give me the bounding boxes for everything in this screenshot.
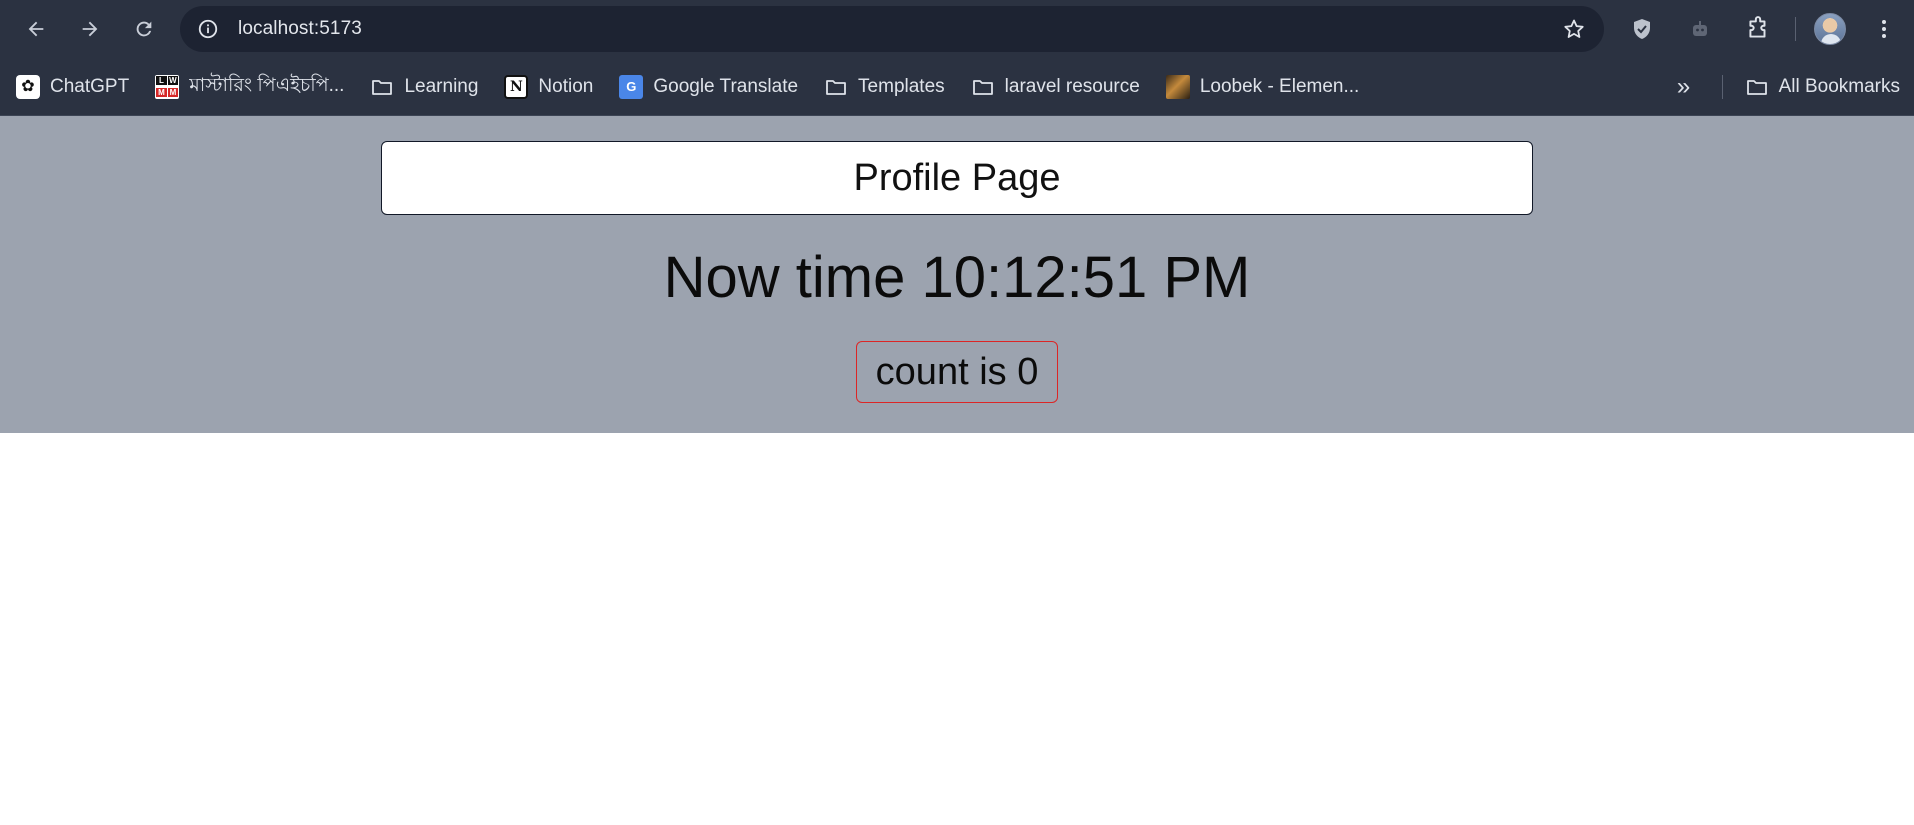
back-button[interactable] [14, 7, 58, 51]
page-title: Profile Page [853, 156, 1061, 199]
site-info-icon[interactable] [192, 13, 224, 45]
folder-icon [1745, 75, 1769, 99]
bookmarks-bar: ✿ ChatGPT L W M M মাস্টারিং পিএইচপি... L… [0, 58, 1914, 116]
forward-button[interactable] [68, 7, 112, 51]
bookmark-folder-laravel-resource[interactable]: laravel resource [971, 75, 1140, 99]
page-title-box: Profile Page [381, 141, 1533, 215]
app-container: Profile Page Now time 10:12:51 PM count … [0, 116, 1914, 433]
toolbar-separator [1795, 17, 1797, 41]
reload-icon [136, 21, 152, 37]
lwm-icon: L W M M [155, 74, 180, 99]
bookmarks-separator [1721, 74, 1723, 99]
folder-icon [824, 75, 848, 99]
bookmark-chatgpt[interactable]: ✿ ChatGPT [16, 74, 130, 99]
bookmark-label: ChatGPT [50, 75, 130, 97]
browser-chrome: localhost:5173 ✿ ChatGPT L W M M মাস্টার… [0, 0, 1914, 116]
all-bookmarks-button[interactable]: All Bookmarks [1745, 75, 1900, 99]
arrow-right-icon [82, 21, 98, 37]
address-url: localhost:5173 [238, 18, 362, 39]
all-bookmarks-label: All Bookmarks [1778, 75, 1900, 97]
extensions-puzzle-icon[interactable] [1738, 9, 1778, 49]
robot-extension-icon[interactable] [1680, 9, 1720, 49]
profile-avatar[interactable] [1814, 13, 1847, 45]
bookmark-star-icon[interactable] [1558, 13, 1590, 45]
bookmark-label: laravel resource [1004, 75, 1140, 97]
notion-icon: N [504, 74, 529, 99]
toolbar-extensions [1622, 9, 1904, 49]
bookmark-label: Google Translate [653, 75, 799, 97]
reload-button[interactable] [122, 7, 166, 51]
google-translate-icon: G [619, 74, 644, 99]
bookmark-label: Loobek - Elemen... [1199, 75, 1360, 97]
chatgpt-icon: ✿ [16, 74, 40, 99]
bookmark-folder-learning[interactable]: Learning [370, 75, 478, 99]
more-menu-icon[interactable] [1864, 9, 1904, 49]
folder-icon [971, 75, 995, 99]
bookmark-label: Notion [538, 75, 594, 97]
bookmark-google-translate[interactable]: G Google Translate [619, 74, 799, 99]
bookmark-label: Learning [404, 75, 479, 97]
chevron-double-right-icon[interactable]: » [1666, 69, 1702, 105]
bookmark-mastering-php[interactable]: L W M M মাস্টারিং পিএইচপি... [155, 71, 344, 103]
bookmark-notion[interactable]: N Notion [504, 74, 594, 99]
loobek-icon [1165, 74, 1190, 99]
shield-icon[interactable] [1622, 9, 1662, 49]
bookmark-folder-templates[interactable]: Templates [824, 75, 945, 99]
bookmarks-overflow-area: » All Bookmarks [1666, 69, 1914, 105]
bookmark-label: মাস্টারিং পিএইচপি... [189, 74, 345, 96]
arrow-left-icon [28, 21, 44, 37]
browser-toolbar: localhost:5173 [0, 0, 1914, 58]
current-time: Now time 10:12:51 PM [663, 245, 1251, 310]
bookmark-label: Templates [858, 75, 945, 97]
count-button[interactable]: count is 0 [855, 341, 1059, 403]
folder-icon [370, 75, 394, 99]
page-viewport: Profile Page Now time 10:12:51 PM count … [0, 116, 1914, 825]
bookmark-loobek[interactable]: Loobek - Elemen... [1165, 74, 1360, 99]
address-bar[interactable]: localhost:5173 [180, 6, 1604, 52]
